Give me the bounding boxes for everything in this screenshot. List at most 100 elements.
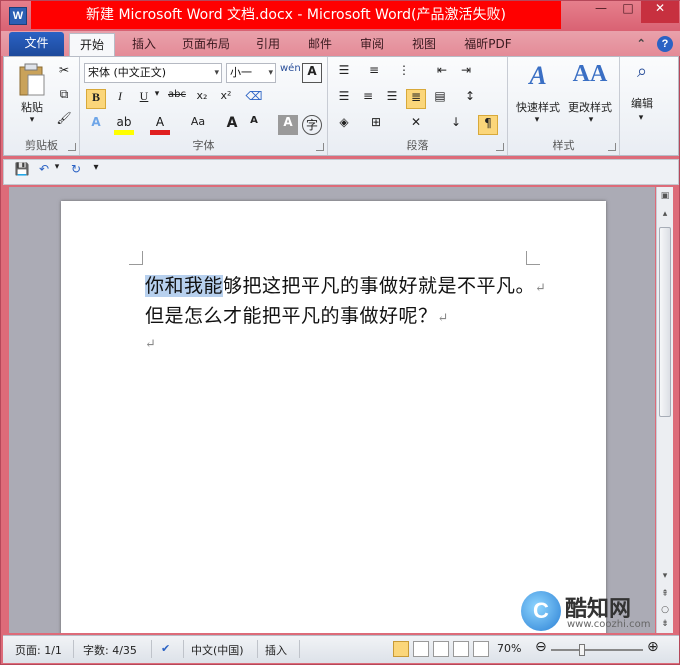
vertical-scrollbar[interactable]: ▣ ▴ ▾ ⇞ ○ ⇟ — [656, 187, 673, 633]
quick-styles-dropdown-icon[interactable]: ▾ — [532, 115, 542, 125]
tab-insert[interactable]: 插入 — [121, 33, 167, 56]
web-layout-view-icon[interactable] — [433, 641, 449, 657]
document-page[interactable]: 你和我能够把这把平凡的事做好就是不平凡。↵ 但是怎么才能把平凡的事做好呢？↵ ↵ — [61, 201, 606, 633]
strikethrough-button[interactable]: abc — [164, 89, 190, 109]
char-border-icon[interactable]: A — [302, 63, 322, 83]
redo-icon[interactable]: ↻ — [66, 162, 86, 182]
distribute-icon[interactable]: ▤ — [430, 89, 450, 109]
tab-home[interactable]: 开始 — [69, 33, 115, 56]
scroll-up-icon[interactable]: ▴ — [659, 209, 671, 221]
copy-icon[interactable]: ⧉ — [54, 87, 74, 107]
highlight-color-icon[interactable]: ab — [114, 115, 134, 135]
zoom-slider-knob[interactable] — [578, 644, 585, 656]
format-painter-icon[interactable]: 🖌 — [54, 111, 74, 131]
underline-button[interactable]: U — [134, 89, 154, 109]
quick-styles-icon[interactable]: A — [518, 61, 558, 95]
status-divider — [257, 640, 258, 658]
status-language[interactable]: 中文(中国) — [191, 642, 244, 658]
maximize-button[interactable]: □ — [615, 1, 641, 23]
tab-file[interactable]: 文件 — [9, 32, 64, 56]
clipboard-launcher-icon[interactable] — [68, 143, 76, 151]
align-right-icon[interactable]: ☰ — [382, 89, 402, 109]
undo-icon[interactable]: ↶ — [34, 162, 54, 182]
align-center-icon[interactable]: ≡ — [358, 89, 378, 109]
paste-dropdown-icon[interactable]: ▾ — [26, 115, 38, 125]
document-line-1[interactable]: 你和我能够把这把平凡的事做好就是不平凡。↵ — [145, 271, 546, 298]
chinese-layout-icon[interactable]: ✕ — [406, 115, 426, 135]
grow-font-button[interactable]: A — [222, 115, 242, 135]
status-word-count[interactable]: 字数: 4/35 — [83, 642, 137, 658]
line-spacing-icon[interactable]: ↕ — [460, 89, 480, 109]
scroll-thumb[interactable] — [659, 227, 671, 417]
sort-icon[interactable]: ↓ — [446, 115, 466, 135]
font-size-select[interactable]: 小一 — [226, 63, 276, 83]
paste-button[interactable] — [14, 63, 50, 97]
full-screen-view-icon[interactable] — [413, 641, 429, 657]
zoom-out-icon[interactable]: ⊖ — [535, 639, 547, 655]
binoculars-icon[interactable]: ⌕ — [626, 61, 658, 91]
change-styles-icon[interactable]: AA — [570, 61, 610, 95]
phonetic-guide-icon[interactable]: wén — [280, 63, 301, 83]
print-layout-view-icon[interactable] — [393, 641, 409, 657]
cut-icon[interactable]: ✂ — [54, 63, 74, 83]
watermark-url: www.coozhi.com — [567, 619, 651, 630]
proofing-icon[interactable]: ✔ — [161, 642, 170, 655]
underline-dropdown-icon[interactable]: ▾ — [152, 89, 162, 109]
tab-page-layout[interactable]: 页面布局 — [173, 33, 239, 56]
bullets-icon[interactable]: ☰ — [334, 63, 354, 83]
tab-references[interactable]: 引用 — [245, 33, 291, 56]
minimize-button[interactable]: — — [587, 1, 615, 23]
text-effects-icon[interactable]: A — [86, 115, 106, 135]
zoom-in-icon[interactable]: ⊕ — [647, 639, 659, 655]
tab-review[interactable]: 审阅 — [349, 33, 395, 56]
close-button[interactable]: ✕ — [641, 1, 679, 23]
font-name-select[interactable]: 宋体 (中文正文) — [84, 63, 222, 83]
help-icon[interactable]: ? — [657, 36, 673, 52]
subscript-button[interactable]: x₂ — [192, 89, 212, 109]
shrink-font-button[interactable]: A — [244, 115, 264, 135]
justify-icon[interactable]: ≣ — [406, 89, 426, 109]
status-page-count[interactable]: 页面: 1/1 — [15, 642, 62, 658]
borders-icon[interactable]: ⊞ — [366, 115, 386, 135]
tab-mailings[interactable]: 邮件 — [297, 33, 343, 56]
view-ruler-icon[interactable]: ▣ — [659, 191, 671, 203]
align-left-icon[interactable]: ☰ — [334, 89, 354, 109]
document-line-2[interactable]: 但是怎么才能把平凡的事做好呢？↵ — [145, 301, 449, 328]
shading-icon[interactable]: ◈ — [334, 115, 354, 135]
quick-styles-button[interactable]: 快速样式 — [510, 99, 566, 115]
char-shading-icon[interactable]: A — [278, 115, 298, 135]
paragraph-launcher-icon[interactable] — [496, 143, 504, 151]
collapse-ribbon-icon[interactable]: ⌃ — [633, 36, 649, 52]
font-color-icon[interactable]: A — [150, 115, 170, 135]
editing-button[interactable]: 编辑 — [622, 95, 662, 111]
superscript-button[interactable]: x² — [216, 89, 236, 109]
change-styles-dropdown-icon[interactable]: ▾ — [586, 115, 596, 125]
italic-button[interactable]: I — [110, 89, 130, 109]
numbering-icon[interactable]: ≡ — [364, 63, 384, 83]
increase-indent-icon[interactable]: ⇥ — [456, 63, 476, 83]
styles-launcher-icon[interactable] — [608, 143, 616, 151]
draft-view-icon[interactable] — [473, 641, 489, 657]
clear-format-icon[interactable]: ⌫ — [244, 89, 264, 109]
enclose-char-icon[interactable]: 字 — [302, 115, 322, 135]
save-icon[interactable]: 💾 — [12, 162, 32, 182]
change-case-button[interactable]: Aa — [184, 115, 212, 135]
word-app-icon[interactable]: W — [9, 7, 27, 25]
zoom-slider[interactable] — [551, 644, 643, 656]
editing-dropdown-icon[interactable]: ▾ — [636, 113, 646, 123]
decrease-indent-icon[interactable]: ⇤ — [432, 63, 452, 83]
customize-toolbar-icon[interactable]: ▾ — [90, 162, 102, 182]
multilevel-list-icon[interactable]: ⋮ — [394, 63, 414, 83]
zoom-level[interactable]: 70% — [497, 642, 521, 655]
scroll-down-icon[interactable]: ▾ — [659, 571, 671, 583]
tab-foxit-pdf[interactable]: 福昕PDF — [453, 33, 523, 56]
change-styles-button[interactable]: 更改样式 — [562, 99, 618, 115]
outline-view-icon[interactable] — [453, 641, 469, 657]
show-marks-icon[interactable]: ¶ — [478, 115, 498, 135]
bold-button[interactable]: B — [86, 89, 106, 109]
selected-text[interactable]: 你和我能 — [145, 275, 224, 297]
tab-view[interactable]: 视图 — [401, 33, 447, 56]
undo-dropdown-icon[interactable]: ▾ — [52, 162, 62, 182]
status-insert-mode[interactable]: 插入 — [265, 642, 287, 658]
font-launcher-icon[interactable] — [316, 143, 324, 151]
